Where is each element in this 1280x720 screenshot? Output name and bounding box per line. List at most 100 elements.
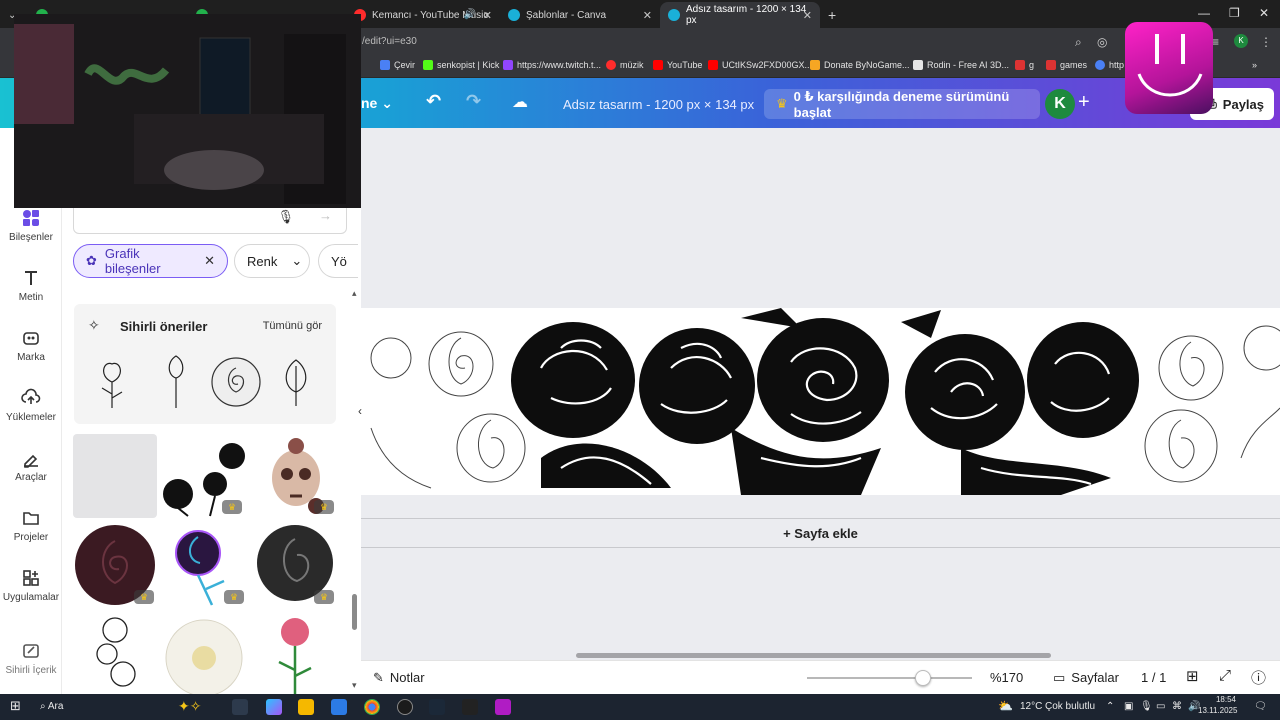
scroll-up-icon[interactable]: ▴ (352, 288, 357, 299)
bookmark-muzik[interactable]: müzik (606, 60, 644, 70)
help-icon[interactable]: ⓘ (1251, 667, 1266, 688)
close-icon[interactable]: ✕ (204, 253, 215, 269)
rose-leaves-thumb[interactable] (274, 352, 320, 410)
epic-games-icon[interactable] (462, 699, 478, 715)
bookmark-http[interactable]: http (1095, 60, 1124, 70)
rose-sketch-thumb-1[interactable] (88, 352, 136, 410)
rail-apps[interactable]: Uygulamalar (0, 568, 62, 603)
tray-app-icon[interactable]: ▣ (1124, 701, 1133, 712)
more-bookmarks-icon[interactable]: » (1252, 60, 1257, 70)
maximize-icon[interactable]: ❐ (1229, 6, 1240, 20)
bookmark-kick[interactable]: senkopist | Kick (423, 60, 499, 70)
bookmark-youtube-channel[interactable]: UCtIKSw2FXD00GX... (708, 60, 812, 70)
battery-icon[interactable]: ▭ (1156, 701, 1165, 712)
browser-tab-canva-templates[interactable]: Şablonlar - Canva ✕ (500, 2, 660, 28)
file-menu[interactable]: ne ⌄ (361, 95, 393, 112)
redo-icon[interactable]: ↷ (466, 91, 481, 112)
close-tab-icon[interactable]: ✕ (483, 9, 492, 22)
bookmark-translate[interactable]: Çevir (380, 60, 415, 70)
close-tab-icon[interactable]: ✕ (643, 9, 652, 22)
browser-tab-youtube-music[interactable]: Kemancı - YouTube Music 🔊 ✕ (346, 2, 500, 28)
rail-magic-media[interactable]: Sihirli İçerik (0, 641, 62, 676)
bookmark-youtube[interactable]: YouTube (653, 60, 702, 70)
tray-chevron-icon[interactable]: ⌃ (1106, 701, 1114, 712)
youtube-icon (708, 60, 718, 70)
placeholder-thumb[interactable] (73, 434, 157, 518)
steam-icon[interactable] (429, 699, 445, 715)
games-icon (1046, 60, 1056, 70)
user-avatar[interactable]: K (1045, 89, 1075, 119)
audio-playing-icon[interactable]: 🔊 (464, 9, 476, 20)
profile-avatar[interactable]: K (1234, 34, 1248, 48)
collapse-panel-icon[interactable]: ‹ (353, 396, 367, 426)
see-all-link[interactable]: Tümünü gör (263, 320, 322, 332)
chrome-icon[interactable] (364, 699, 380, 715)
microphone-tray-icon[interactable]: 🎙 (1140, 701, 1153, 712)
clock-date[interactable]: 13.11.2025 (1198, 706, 1237, 715)
add-page-button[interactable]: + Sayfa ekle (361, 518, 1280, 548)
chip-color[interactable]: Renk ⌄ (234, 244, 310, 278)
url-field[interactable]: /edit?ui=e30 (362, 36, 417, 47)
notifications-icon[interactable]: 🗨 (1254, 701, 1267, 712)
task-view-icon[interactable] (232, 699, 248, 715)
copilot-stars-icon[interactable]: ✦✧ (178, 698, 201, 715)
bookmark-bynogame[interactable]: Donate ByNoGame... (810, 60, 910, 70)
scroll-down-icon[interactable]: ▾ (352, 680, 357, 691)
bookmark-games[interactable]: games (1046, 60, 1087, 70)
copilot-app-icon[interactable] (266, 699, 282, 715)
rose-bud-thumb[interactable] (158, 352, 194, 410)
rail-elements[interactable]: Bileşenler (0, 208, 62, 243)
zoom-slider-knob[interactable] (914, 670, 931, 686)
eye-off-icon[interactable]: ◎ (1097, 35, 1107, 49)
pages-button[interactable]: ▭ Sayfalar (1053, 670, 1119, 686)
arrow-right-icon[interactable]: → (319, 208, 332, 223)
minimize-icon[interactable]: — (1198, 6, 1210, 20)
panel-scrollbar[interactable] (352, 594, 357, 630)
zoom-percent[interactable]: %170 (990, 670, 1023, 685)
app-purple-icon[interactable] (495, 699, 511, 715)
bookmark-twitch[interactable]: https://www.twitch.t... (503, 60, 601, 70)
file-explorer-icon[interactable] (298, 699, 314, 715)
clock-time[interactable]: 18:54 (1206, 695, 1236, 704)
fullscreen-icon[interactable]: ⤢ (1219, 667, 1231, 684)
bookmark-rodin[interactable]: Rodin - Free AI 3D... (913, 60, 1009, 70)
chip-orientation[interactable]: Yö (318, 244, 358, 278)
roses-border-artwork[interactable] (361, 308, 1280, 495)
cloud-save-icon[interactable]: ☁ (512, 92, 528, 112)
horizontal-scrollbar[interactable] (576, 653, 1051, 658)
rose-bloom-thumb[interactable] (208, 354, 264, 410)
weather-temp[interactable]: 12°C (1020, 701, 1042, 712)
undo-icon[interactable]: ↶ (426, 91, 441, 112)
windows-start-icon[interactable]: ⊞ (10, 698, 21, 714)
grid-view-icon[interactable]: ⊞ (1186, 667, 1199, 685)
browser-tab-canva-design[interactable]: Adsız tasarım - 1200 × 134 px ✕ (660, 2, 820, 28)
extensions-icon[interactable]: ≡ (1212, 35, 1219, 49)
rail-brand[interactable]: Marka (0, 328, 62, 363)
rail-tools[interactable]: Araçlar (0, 448, 62, 483)
taskbar-search[interactable]: ⌕ Ara (40, 701, 63, 712)
store-icon[interactable] (331, 699, 347, 715)
network-icon[interactable]: ⌘ (1172, 701, 1182, 712)
microphone-icon[interactable]: 🎙 (277, 209, 294, 225)
notes-button[interactable]: ✎ Notlar (373, 670, 425, 686)
rail-text[interactable]: Metin (0, 268, 62, 303)
close-tab-icon[interactable]: ✕ (803, 9, 812, 22)
close-window-icon[interactable]: ✕ (1259, 6, 1269, 20)
design-page[interactable] (361, 308, 1280, 495)
weather-text[interactable]: Çok bulutlu (1045, 701, 1095, 712)
start-trial-button[interactable]: ♛ 0 ₺ karşılığında deneme sürümünü başla… (764, 89, 1040, 120)
add-collaborator-icon[interactable]: + (1078, 91, 1090, 114)
design-title[interactable]: Adsız tasarım - 1200 px × 134 px (563, 97, 754, 112)
chip-graphic-elements[interactable]: ✿ Grafik bileşenler ✕ (73, 244, 228, 278)
rail-uploads[interactable]: Yüklemeler (0, 388, 62, 423)
zoom-slider[interactable] (807, 677, 972, 679)
rail-projects[interactable]: Projeler (0, 508, 62, 543)
pink-rose-thumb[interactable] (253, 614, 339, 694)
obs-icon[interactable] (397, 699, 413, 715)
white-rose-thumb[interactable] (162, 614, 248, 694)
zoom-icon[interactable]: ⌕ (1075, 35, 1082, 50)
new-tab-button[interactable]: + (820, 2, 842, 28)
rose-tattoo-thumb[interactable] (73, 614, 157, 694)
bookmark-g[interactable]: g (1015, 60, 1034, 70)
more-menu-icon[interactable]: ⋮ (1260, 35, 1272, 49)
